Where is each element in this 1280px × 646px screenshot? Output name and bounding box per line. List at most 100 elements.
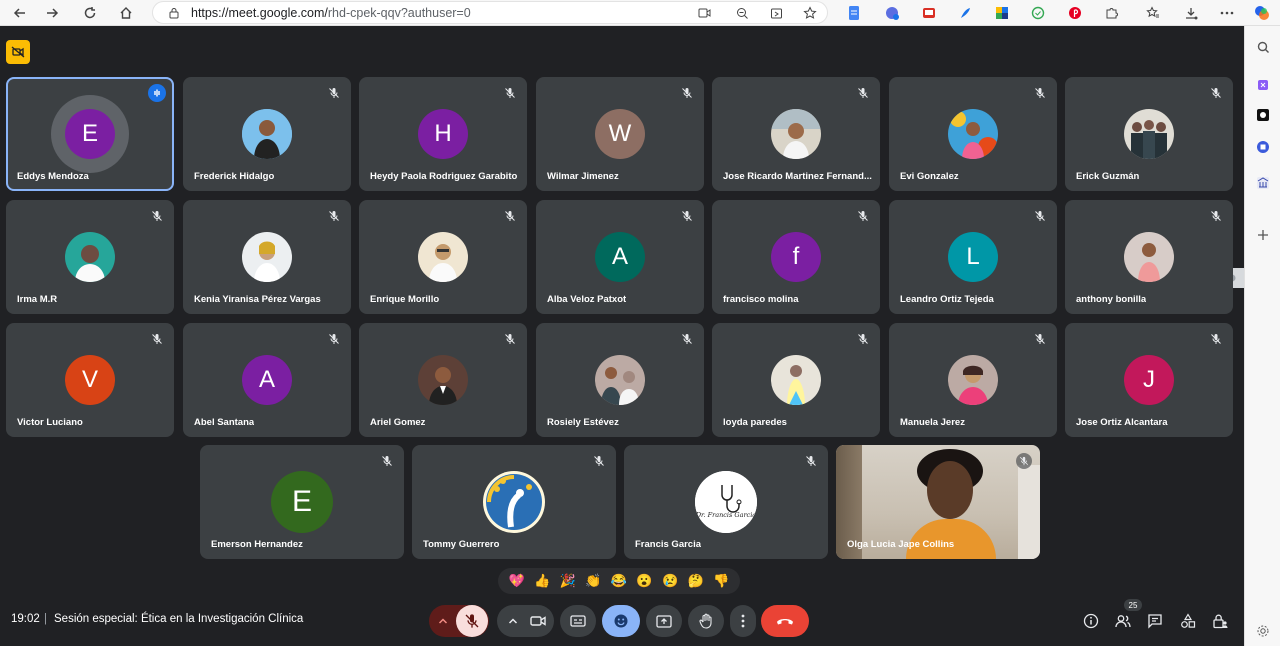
participant-name: Evi Gonzalez [900, 171, 959, 182]
participant-tile[interactable]: L Leandro Ortiz Tejeda [889, 200, 1057, 314]
participant-tile[interactable]: H Heydy Paola Rodriguez Garabito [359, 77, 527, 191]
participant-tile[interactable]: Manuela Jerez [889, 323, 1057, 437]
favorite-star-icon[interactable] [801, 4, 819, 22]
emoji-reactions-button[interactable] [602, 605, 640, 637]
mic-off-icon [680, 86, 694, 100]
meeting-separator: | [44, 613, 47, 625]
mic-off-icon [592, 454, 606, 468]
video-background-wall [1018, 465, 1040, 559]
participant-tile[interactable]: Evi Gonzalez [889, 77, 1057, 191]
people-button[interactable] [1113, 611, 1133, 631]
host-controls-button[interactable] [1210, 611, 1230, 631]
tools-icon[interactable] [1254, 76, 1272, 94]
reaction-heart[interactable]: 💖 [507, 573, 527, 589]
chat-button[interactable] [1145, 611, 1165, 631]
mic-off-icon [380, 454, 394, 468]
toggle-camera-button[interactable] [525, 615, 551, 627]
lock-icon[interactable] [165, 4, 183, 22]
reaction-thinking[interactable]: 🤔 [686, 573, 706, 589]
puzzle-blue-extension-icon[interactable] [883, 4, 901, 22]
grammar-extension-icon[interactable] [1029, 4, 1047, 22]
feather-extension-icon[interactable] [956, 4, 974, 22]
reaction-surprised[interactable]: 😮 [635, 573, 655, 589]
add-icon[interactable] [1254, 226, 1272, 244]
mic-off-icon [804, 454, 818, 468]
reaction-thumbs-up[interactable]: 👍 [532, 573, 552, 589]
mic-off-icon [1209, 209, 1223, 223]
captions-button[interactable] [560, 605, 596, 637]
participant-tile[interactable]: A Abel Santana [183, 323, 351, 437]
participant-tile[interactable]: J Jose Ortiz Alcantara [1065, 323, 1233, 437]
participant-tile[interactable]: Dr. Francis Garcia Francis Garcia [624, 445, 828, 559]
avatar: J [1124, 355, 1174, 405]
mic-options-chevron-icon[interactable] [430, 617, 456, 625]
participant-tile[interactable]: loyda paredes [712, 323, 880, 437]
participant-tile[interactable]: Irma M.R [6, 200, 174, 314]
raise-hand-button[interactable] [688, 605, 724, 637]
participant-tile[interactable]: W Wilmar Jimenez [536, 77, 704, 191]
leave-call-button[interactable] [761, 605, 809, 637]
participant-tile[interactable]: anthony bonilla [1065, 200, 1233, 314]
avatar-photo [771, 355, 821, 405]
reaction-thumbs-down[interactable]: 👎 [711, 573, 731, 589]
participant-tile[interactable]: f francisco molina [712, 200, 880, 314]
back-button[interactable] [10, 3, 30, 23]
participant-tile[interactable]: A Alba Veloz Patxot [536, 200, 704, 314]
participant-tile[interactable]: Enrique Morillo [359, 200, 527, 314]
forward-button[interactable] [42, 3, 62, 23]
reactions-bar: 💖 👍 🎉 👏 😂 😮 😢 🤔 👎 [498, 568, 740, 594]
copilot-icon[interactable] [1253, 4, 1271, 22]
home-button[interactable] [116, 3, 136, 23]
participant-tile[interactable]: E Eddys Mendoza [6, 77, 174, 191]
pocket-extension-icon[interactable] [920, 4, 938, 22]
reaction-laugh[interactable]: 😂 [609, 573, 629, 589]
avatar-photo [1124, 232, 1174, 282]
more-options-button[interactable] [730, 605, 756, 637]
participant-tile[interactable]: Rosiely Estévez [536, 323, 704, 437]
camera-control [497, 605, 554, 637]
participant-tile[interactable]: Kenia Yiranisa Pérez Vargas [183, 200, 351, 314]
participant-tile[interactable]: Ariel Gomez [359, 323, 527, 437]
app-dark-icon[interactable] [1254, 106, 1272, 124]
participant-name: Jose Ricardo Martinez Fernand... [723, 171, 872, 182]
participant-tile[interactable]: Tommy Guerrero [412, 445, 616, 559]
participant-tile[interactable]: V Victor Luciano [6, 323, 174, 437]
avatar: A [595, 232, 645, 282]
mic-off-icon [680, 332, 694, 346]
address-bar[interactable]: https://meet.google.com/rhd-cpek-qqv?aut… [152, 1, 828, 24]
search-icon[interactable] [1254, 38, 1272, 56]
colorful-extension-icon[interactable] [993, 4, 1011, 22]
participant-tile[interactable]: Jose Ricardo Martinez Fernand... [712, 77, 880, 191]
participant-name: Alba Veloz Patxot [547, 294, 627, 305]
browser-sidebar [1244, 26, 1280, 646]
pinterest-extension-icon[interactable] [1066, 4, 1084, 22]
no-hand-raise-badge[interactable] [6, 40, 30, 64]
reaction-sad[interactable]: 😢 [660, 573, 680, 589]
present-screen-button[interactable] [646, 605, 682, 637]
participant-tile[interactable]: Frederick Hidalgo [183, 77, 351, 191]
downloads-icon[interactable] [1182, 4, 1200, 22]
extensions-puzzle-icon[interactable] [1103, 4, 1121, 22]
participant-tile[interactable]: Erick Guzmán [1065, 77, 1233, 191]
more-menu-icon[interactable] [1218, 4, 1236, 22]
toggle-microphone-button[interactable] [456, 605, 488, 637]
zoom-icon[interactable] [733, 4, 751, 22]
participant-name: Enrique Morillo [370, 294, 440, 305]
building-app-icon[interactable] [1254, 174, 1272, 192]
outlook-icon[interactable] [1254, 138, 1272, 156]
more-vert-icon [741, 614, 745, 628]
camera-options-chevron-icon[interactable] [501, 617, 525, 625]
activities-button[interactable] [1178, 611, 1198, 631]
raise-hand-icon [699, 613, 712, 629]
participant-video-tile[interactable]: Olga Lucia Jape Collins [836, 445, 1040, 559]
reaction-clap[interactable]: 👏 [583, 573, 603, 589]
reaction-party[interactable]: 🎉 [558, 573, 578, 589]
participant-tile[interactable]: E Emerson Hernandez [200, 445, 404, 559]
camera-in-use-icon[interactable] [695, 4, 713, 22]
refresh-button[interactable] [80, 3, 100, 23]
document-extension-icon[interactable] [845, 4, 863, 22]
install-app-icon[interactable] [767, 4, 785, 22]
meeting-details-button[interactable] [1081, 611, 1101, 631]
settings-gear-icon[interactable] [1254, 622, 1272, 640]
favorites-icon[interactable] [1144, 4, 1162, 22]
